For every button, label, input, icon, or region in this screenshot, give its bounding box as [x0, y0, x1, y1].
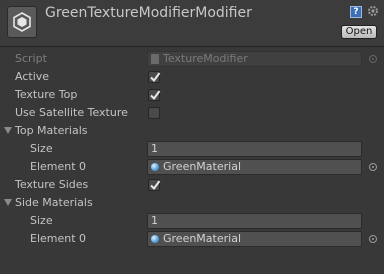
- object-picker-icon[interactable]: [369, 163, 377, 171]
- object-picker-icon[interactable]: [369, 235, 377, 243]
- checkmark-icon: [150, 180, 161, 191]
- top-materials-element-field[interactable]: GreenMaterial: [147, 159, 362, 175]
- side-materials-label: Side Materials: [15, 196, 93, 209]
- use-satellite-row: Use Satellite Texture: [0, 104, 384, 122]
- top-materials-size-row: Size 1: [0, 140, 384, 158]
- component-header: GreenTextureModifierModifier ? Open: [0, 0, 384, 47]
- gear-icon[interactable]: [367, 5, 379, 17]
- top-materials-size-value: 1: [151, 142, 158, 155]
- top-materials-label: Top Materials: [15, 124, 88, 137]
- side-materials-element-row: Element 0 GreenMaterial: [0, 230, 384, 248]
- checkmark-icon: [150, 90, 161, 101]
- side-materials-element-field[interactable]: GreenMaterial: [147, 231, 362, 247]
- side-materials-size-input[interactable]: 1: [147, 213, 362, 229]
- active-label: Active: [15, 70, 50, 83]
- top-materials-size-label: Size: [30, 142, 53, 155]
- side-materials-size-row: Size 1: [0, 212, 384, 230]
- script-value: TextureModifier: [163, 52, 248, 65]
- use-satellite-checkbox[interactable]: [148, 107, 160, 119]
- top-materials-foldout[interactable]: Top Materials: [0, 122, 384, 140]
- checkmark-icon: [150, 72, 161, 83]
- side-materials-size-label: Size: [30, 214, 53, 227]
- texture-top-row: Texture Top: [0, 86, 384, 104]
- open-button[interactable]: Open: [341, 25, 377, 39]
- top-materials-size-input[interactable]: 1: [147, 141, 362, 157]
- top-materials-element-value: GreenMaterial: [163, 160, 241, 173]
- texture-top-label: Texture Top: [15, 88, 78, 101]
- help-icon[interactable]: ?: [350, 6, 362, 18]
- texture-sides-label: Texture Sides: [15, 178, 89, 191]
- foldout-arrow-icon[interactable]: [4, 127, 12, 134]
- texture-sides-checkbox[interactable]: [148, 179, 161, 191]
- top-materials-element-label: Element 0: [30, 160, 87, 173]
- top-materials-element-row: Element 0 GreenMaterial: [0, 158, 384, 176]
- material-icon: [151, 235, 159, 243]
- active-checkbox[interactable]: [148, 71, 161, 83]
- side-materials-element-value: GreenMaterial: [163, 232, 241, 245]
- active-row: Active: [0, 68, 384, 86]
- use-satellite-label: Use Satellite Texture: [15, 106, 128, 119]
- texture-top-checkbox[interactable]: [148, 89, 161, 101]
- script-icon: [7, 6, 37, 38]
- script-row: Script TextureModifier: [0, 50, 384, 68]
- side-materials-foldout[interactable]: Side Materials: [0, 194, 384, 212]
- object-picker-icon: [369, 55, 377, 63]
- side-materials-element-label: Element 0: [30, 232, 87, 245]
- script-field: TextureModifier: [147, 51, 362, 67]
- texture-sides-row: Texture Sides: [0, 176, 384, 194]
- script-label: Script: [15, 52, 47, 65]
- side-materials-size-value: 1: [151, 214, 158, 227]
- script-file-icon: [151, 54, 159, 64]
- foldout-arrow-icon[interactable]: [4, 199, 12, 206]
- component-title: GreenTextureModifierModifier: [45, 5, 252, 21]
- material-icon: [151, 163, 159, 171]
